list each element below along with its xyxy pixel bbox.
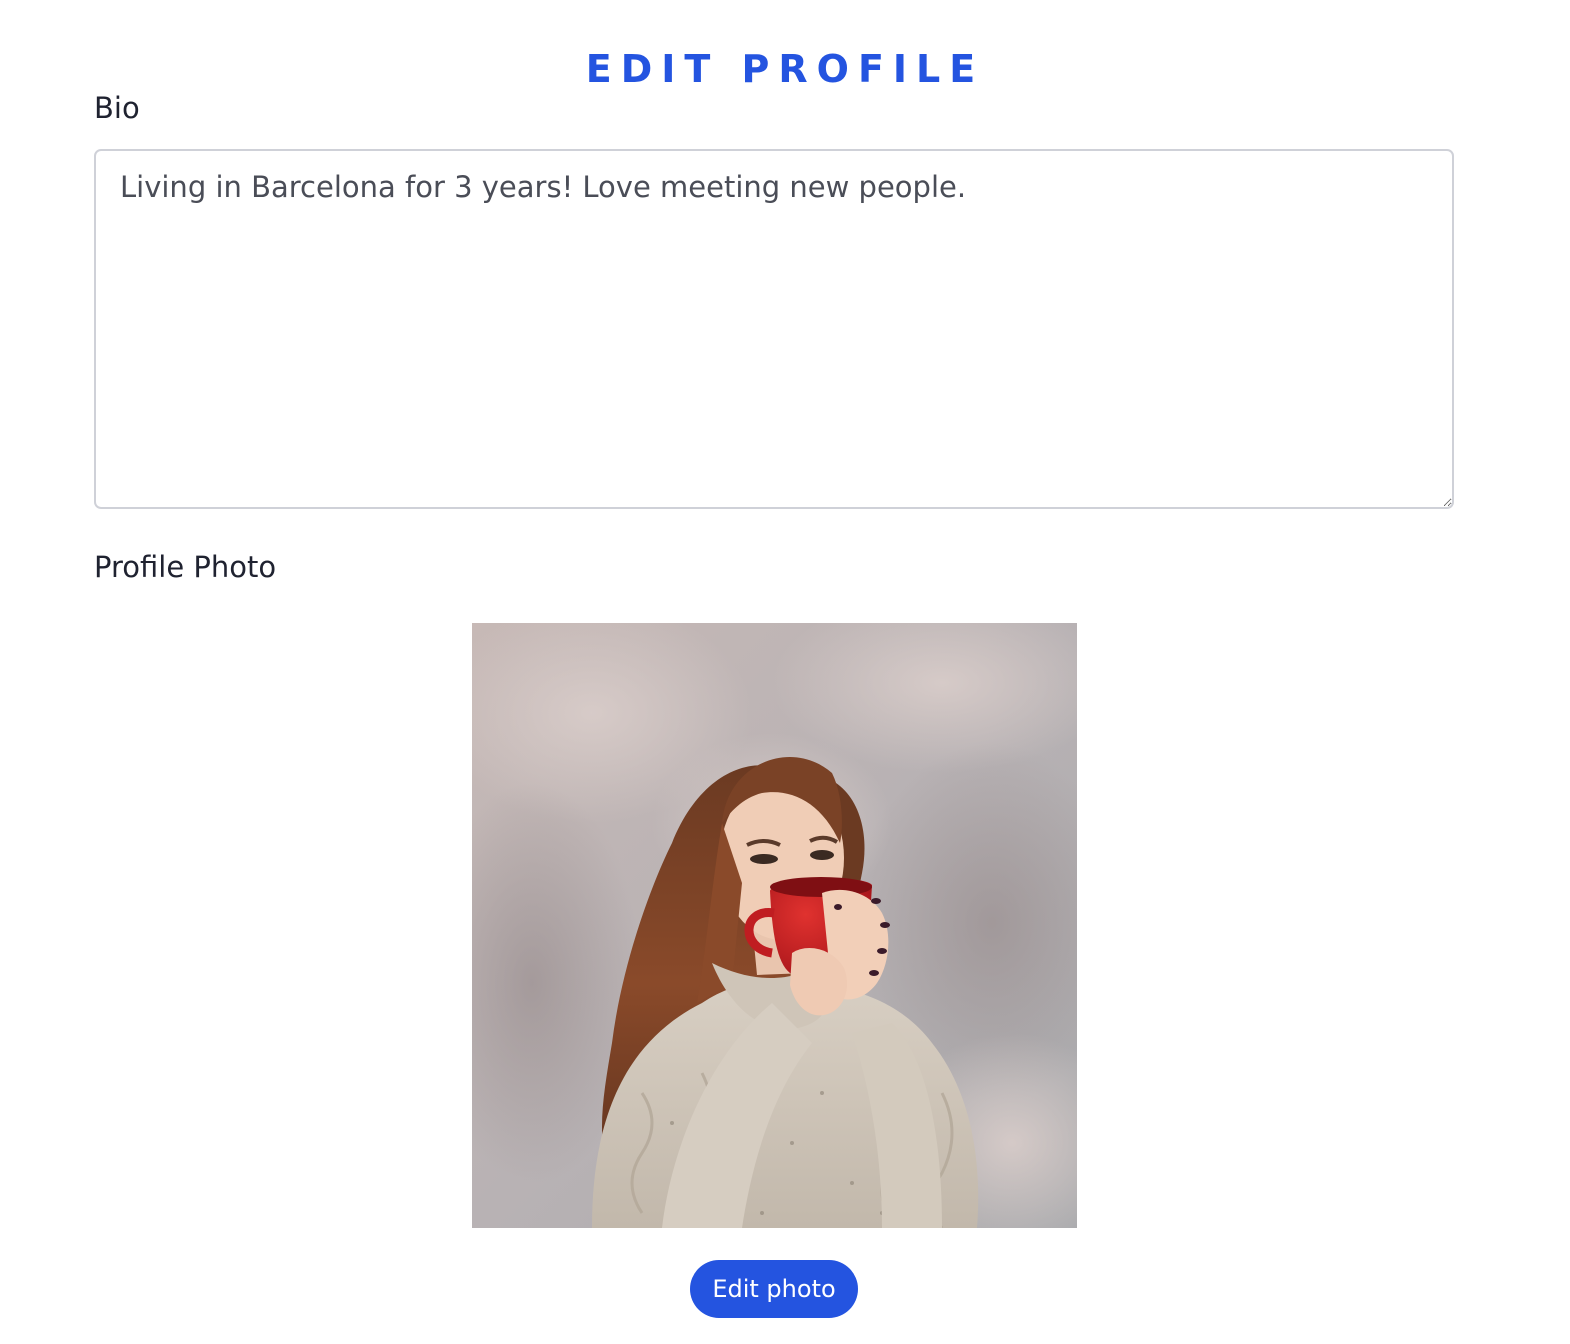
profile-photo [472,623,1077,1228]
page-title: EDIT PROFILE [585,47,985,92]
profile-photo-label: Profile Photo [94,550,277,584]
bio-label: Bio [94,91,140,125]
profile-photo-image [472,623,1077,1228]
edit-photo-button[interactable]: Edit photo [690,1260,858,1318]
bio-textarea[interactable]: Living in Barcelona for 3 years! Love me… [94,149,1454,509]
